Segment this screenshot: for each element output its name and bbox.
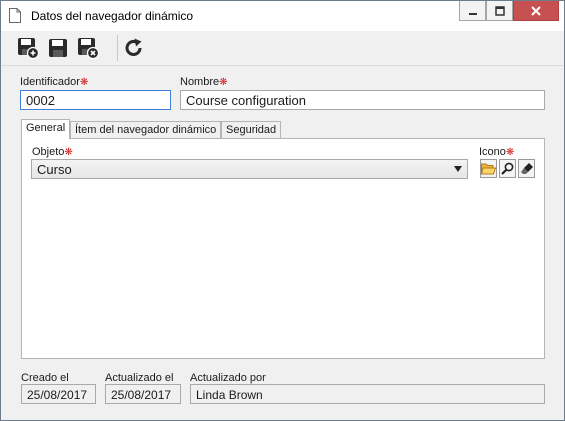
title-bar: Datos del navegador dinámico — [1, 1, 564, 31]
save-close-button[interactable] — [76, 36, 100, 60]
save-new-button[interactable] — [16, 36, 40, 60]
identificador-label: Identificador❋ — [20, 76, 88, 88]
tab-item-navegador[interactable]: Ítem del navegador dinámico — [70, 121, 222, 138]
folder-icon — [481, 163, 496, 175]
identificador-input[interactable]: 0002 — [20, 90, 171, 110]
search-icon — [501, 162, 514, 175]
window-title: Datos del navegador dinámico — [31, 9, 194, 23]
chevron-down-icon — [454, 166, 462, 172]
actualizado-field: 25/08/2017 — [105, 384, 181, 404]
tab-seguridad[interactable]: Seguridad — [221, 121, 282, 138]
document-icon — [9, 8, 21, 23]
objeto-label: Objeto❋ — [32, 146, 73, 158]
refresh-icon — [125, 38, 142, 56]
maximize-button[interactable] — [486, 1, 513, 21]
eraser-icon — [520, 163, 533, 174]
save-button[interactable] — [46, 36, 70, 60]
objeto-label-text: Objeto — [32, 146, 65, 158]
close-icon — [531, 5, 541, 16]
icono-label-text: Icono — [479, 146, 506, 158]
toolbar — [2, 31, 563, 66]
creado-label: Creado el — [21, 372, 69, 384]
creado-field: 25/08/2017 — [21, 384, 96, 404]
window-controls — [459, 1, 559, 21]
required-marker: ❋ — [219, 77, 228, 88]
search-button[interactable] — [499, 159, 516, 178]
maximize-icon — [494, 5, 505, 16]
actualizado-por-field: Linda Brown — [190, 384, 545, 404]
open-folder-button[interactable] — [480, 159, 497, 178]
save-icon — [49, 39, 67, 57]
required-marker: ❋ — [64, 147, 73, 158]
nombre-label-text: Nombre — [180, 76, 220, 88]
objeto-select[interactable]: Curso — [31, 159, 468, 179]
required-marker: ❋ — [505, 147, 515, 158]
actualizado-por-label: Actualizado por — [190, 372, 266, 384]
icono-label: Icono❋ — [479, 146, 514, 158]
save-close-icon — [78, 38, 99, 59]
objeto-select-value: Curso — [37, 162, 72, 177]
toolbar-separator — [117, 35, 118, 61]
nombre-label: Nombre❋ — [180, 76, 228, 88]
required-marker: ❋ — [79, 77, 89, 88]
nombre-input[interactable]: Course configuration — [180, 90, 545, 110]
refresh-button[interactable] — [122, 36, 146, 60]
tab-general[interactable]: General — [21, 119, 71, 139]
actualizado-label: Actualizado el — [105, 372, 174, 384]
identificador-label-text: Identificador — [20, 76, 80, 88]
save-new-icon — [18, 38, 39, 59]
close-button[interactable] — [513, 1, 559, 21]
dialog-window: Datos del navegador dinámico Identificad… — [0, 0, 565, 421]
minimize-button[interactable] — [459, 1, 486, 21]
clear-button[interactable] — [518, 159, 535, 178]
minimize-icon — [468, 12, 477, 15]
